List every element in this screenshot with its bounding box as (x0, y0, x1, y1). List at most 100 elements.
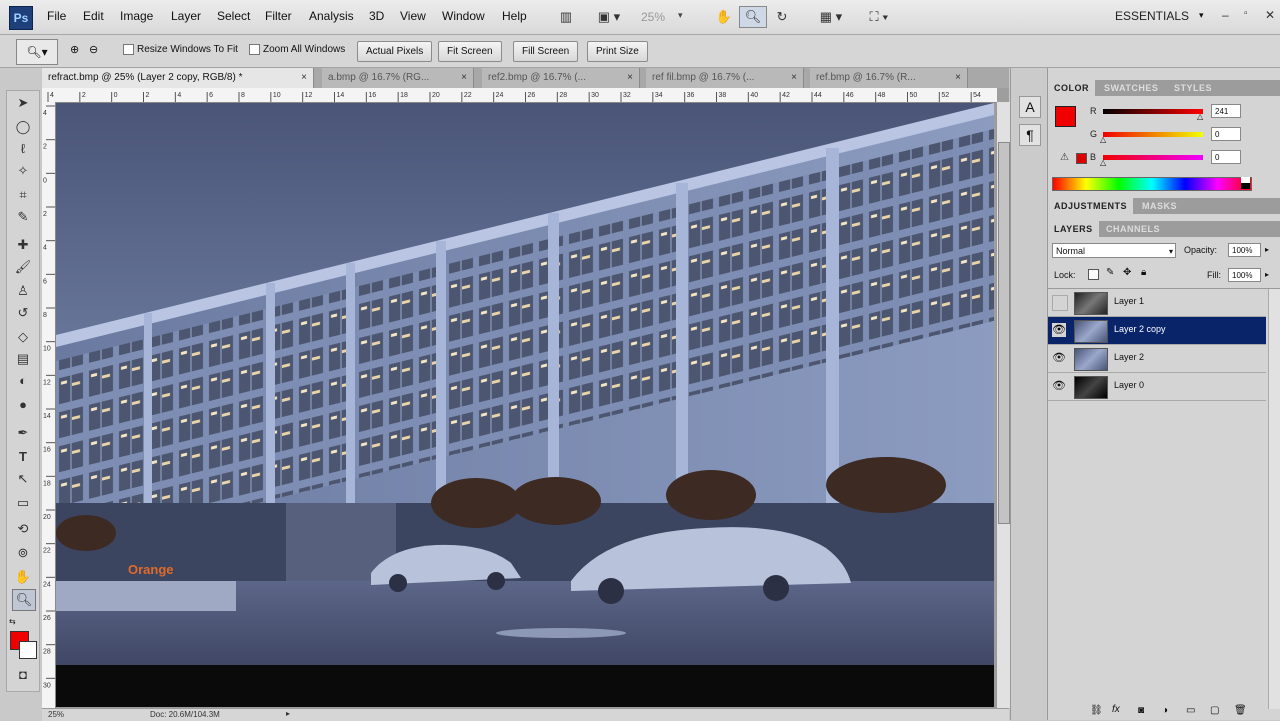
3d-orbit-icon[interactable]: ⊚ (12, 543, 34, 563)
layer-row-layer-0[interactable]: 👁︎ Layer 0 (1048, 373, 1266, 401)
crop-tool-icon[interactable]: ⌗ (12, 185, 34, 205)
move-tool-icon[interactable]: ➤ (12, 93, 34, 113)
marquee-tool-icon[interactable]: ◯ (12, 117, 34, 137)
arrange-documents-button[interactable]: ▦ ▾ (812, 6, 850, 28)
menu-view[interactable]: View (400, 9, 426, 23)
foreground-color-chip[interactable] (1055, 106, 1076, 127)
maximize-icon[interactable]: ▫ (1244, 8, 1248, 19)
lock-transparency-icon[interactable] (1088, 269, 1099, 280)
zoom-dropdown-icon[interactable]: ▾ (678, 10, 683, 21)
zoom-tool-icon[interactable]: 🔍︎ (12, 589, 36, 611)
resize-windows-checkbox[interactable]: Resize Windows To Fit (123, 44, 238, 55)
close-tab-icon[interactable]: × (791, 68, 797, 88)
layer-row-layer-2-copy[interactable]: 👁︎ Layer 2 copy (1048, 317, 1266, 345)
dodge-tool-icon[interactable]: ● (12, 395, 34, 415)
delete-layer-icon[interactable]: 🗑︎ (1234, 705, 1247, 716)
new-group-icon[interactable]: ▭ (1186, 705, 1195, 716)
layer-row-layer-2[interactable]: 👁︎ Layer 2 (1048, 345, 1266, 373)
visibility-toggle-icon[interactable] (1052, 295, 1068, 311)
zoom-in-icon[interactable]: ⊕ (70, 43, 86, 59)
scroll-thumb[interactable] (998, 142, 1010, 524)
status-menu-icon[interactable]: ▸ (286, 709, 290, 718)
tab-a[interactable]: a.bmp @ 16.7% (RG... × (322, 68, 474, 88)
zoom-tool-button[interactable]: 🔍︎ (739, 6, 767, 28)
adjustment-layer-icon[interactable]: ◑ (1162, 705, 1168, 716)
fill-screen-button[interactable]: Fill Screen (513, 41, 579, 62)
layer-style-icon[interactable]: fx (1112, 704, 1120, 715)
menu-layer[interactable]: Layer (171, 9, 201, 23)
b-slider[interactable] (1103, 155, 1203, 160)
menu-3d[interactable]: 3D (369, 9, 384, 23)
view-extras-button[interactable]: ▣ ▾ (590, 6, 628, 28)
background-color-swatch[interactable] (19, 641, 37, 659)
link-layers-icon[interactable]: ⛓ (1090, 705, 1103, 716)
hand-tool-icon[interactable]: ✋ (12, 567, 34, 587)
rotate-view-button[interactable]: ↻ (770, 6, 794, 28)
tab-refract[interactable]: refract.bmp @ 25% (Layer 2 copy, RGB/8) … (42, 68, 314, 88)
layer-row-layer-1[interactable]: Layer 1 (1048, 289, 1266, 317)
menu-analysis[interactable]: Analysis (309, 9, 354, 23)
quick-mask-icon[interactable]: ◘ (12, 665, 34, 685)
tab-ref[interactable]: ref.bmp @ 16.7% (R... × (810, 68, 968, 88)
tool-preset-picker[interactable]: 🔍︎▾ (16, 39, 58, 65)
tab-channels[interactable]: CHANNELS (1100, 221, 1166, 237)
menu-filter[interactable]: Filter (265, 9, 292, 23)
g-value-field[interactable]: 0 (1211, 127, 1241, 141)
menu-edit[interactable]: Edit (83, 9, 104, 23)
zoom-all-windows-checkbox[interactable]: Zoom All Windows (249, 44, 345, 55)
layer-name[interactable]: Layer 1 (1114, 296, 1144, 306)
shape-tool-icon[interactable]: ▭ (12, 493, 34, 513)
layer-name[interactable]: Layer 2 (1114, 352, 1144, 362)
zoom-level[interactable]: 25% (641, 10, 665, 24)
lasso-tool-icon[interactable]: ℓ (12, 139, 34, 159)
pen-tool-icon[interactable]: ✒ (12, 423, 34, 443)
workspace-dropdown-icon[interactable]: ▾ (1199, 10, 1204, 21)
black-white-ramp[interactable] (1241, 177, 1250, 189)
gradient-tool-icon[interactable]: ▤ (12, 349, 34, 369)
new-layer-icon[interactable]: ▢ (1210, 705, 1219, 716)
color-spectrum-bar[interactable] (1052, 177, 1252, 191)
close-tab-icon[interactable]: × (627, 68, 633, 88)
menu-image[interactable]: Image (120, 9, 153, 23)
gamut-swatch[interactable] (1076, 153, 1087, 164)
opacity-field[interactable]: 100% (1228, 243, 1261, 257)
tab-styles[interactable]: STYLES (1168, 80, 1218, 96)
tab-color[interactable]: COLOR (1048, 80, 1095, 96)
image-canvas[interactable]: Orange (56, 103, 994, 707)
gamut-warning-icon[interactable]: ⚠ (1060, 152, 1069, 163)
bridge-button[interactable]: ▥ (554, 6, 578, 28)
menu-help[interactable]: Help (502, 9, 527, 23)
tab-ref2[interactable]: ref2.bmp @ 16.7% (... × (482, 68, 640, 88)
layer-name[interactable]: Layer 0 (1114, 380, 1144, 390)
screen-mode-button[interactable]: ⛶ ▾ (860, 6, 898, 28)
healing-brush-icon[interactable]: ✚ (12, 235, 34, 255)
menu-file[interactable]: File (47, 9, 66, 23)
lock-position-icon[interactable]: ✥ (1123, 267, 1131, 278)
menu-window[interactable]: Window (442, 9, 485, 23)
lock-all-icon[interactable]: 🔒︎ (1141, 267, 1146, 278)
hand-tool-button[interactable]: ✋ (712, 6, 736, 28)
history-brush-icon[interactable]: ↺ (12, 303, 34, 323)
fill-field[interactable]: 100% (1228, 268, 1261, 282)
paragraph-panel-icon[interactable]: ¶ (1019, 124, 1041, 146)
r-slider-handle[interactable]: △ (1197, 112, 1203, 121)
lock-pixels-icon[interactable]: ✎ (1106, 267, 1114, 278)
brush-tool-icon[interactable]: 🖌︎ (12, 257, 34, 277)
print-size-button[interactable]: Print Size (587, 41, 648, 62)
r-value-field[interactable]: 241 (1211, 104, 1241, 118)
layer-name[interactable]: Layer 2 copy (1114, 324, 1166, 334)
tab-ref-fil[interactable]: ref fil.bmp @ 16.7% (... × (646, 68, 804, 88)
tab-masks[interactable]: MASKS (1136, 198, 1183, 214)
g-slider-handle[interactable]: △ (1100, 135, 1106, 144)
actual-pixels-button[interactable]: Actual Pixels (357, 41, 433, 62)
close-icon[interactable]: ✕ (1265, 8, 1275, 22)
g-slider[interactable] (1103, 132, 1203, 137)
path-selection-icon[interactable]: ↖ (12, 469, 34, 489)
menu-select[interactable]: Select (217, 9, 250, 23)
blur-tool-icon[interactable]: ◐ (12, 371, 34, 391)
layers-scrollbar[interactable] (1268, 289, 1280, 709)
eye-icon[interactable]: 👁︎ (1052, 323, 1066, 337)
blend-mode-select[interactable]: Normal ▾ (1052, 243, 1176, 258)
fill-arrow-icon[interactable]: ▸ (1265, 270, 1269, 279)
character-panel-icon[interactable]: A (1019, 96, 1041, 118)
